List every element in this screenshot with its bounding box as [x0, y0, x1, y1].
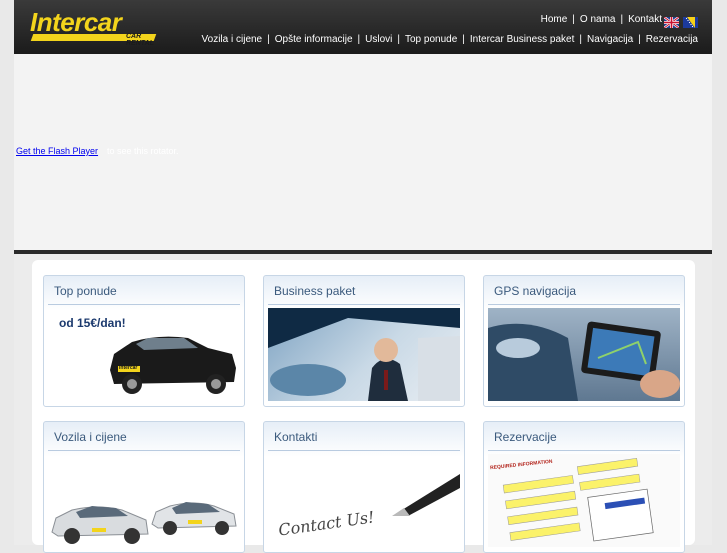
box-rule: [268, 304, 460, 305]
nav-separator: |: [267, 34, 270, 45]
fountain-pen-icon: [392, 474, 460, 516]
box-title: Vozila i cijene: [54, 430, 127, 444]
nav-separator: |: [397, 34, 400, 45]
nav-navigacija[interactable]: Navigacija: [587, 34, 633, 45]
site-header: Intercar CAR RENTAL Home | O nama | Kont…: [14, 0, 712, 54]
nav-vozila-i-cijene[interactable]: Vozila i cijene: [202, 34, 263, 45]
rezervacije-image: REQUIRED INFORMATION: [488, 454, 680, 547]
nav-home[interactable]: Home: [541, 14, 568, 25]
logo-subtitle: CAR RENTAL: [126, 33, 154, 47]
nav-separator: |: [462, 34, 465, 45]
black-car-icon: [110, 336, 236, 394]
box-rule: [488, 450, 680, 451]
box-title: Rezervacije: [494, 430, 557, 444]
nav-separator: |: [620, 14, 624, 25]
intercar-logo[interactable]: Intercar CAR RENTAL: [30, 7, 160, 47]
vozila-image: [48, 454, 240, 547]
box-gps-navigacija[interactable]: GPS navigacija: [483, 275, 685, 407]
flash-rotator: Get the Flash Player to see this rotator…: [14, 54, 712, 250]
box-business-paket[interactable]: Business paket: [263, 275, 465, 407]
main-nav: Vozila i cijene | Opšte informacije | Us…: [202, 34, 698, 45]
nav-uslovi[interactable]: Uslovi: [365, 34, 392, 45]
nav-rezervacija[interactable]: Rezervacija: [646, 34, 698, 45]
nav-business-paket[interactable]: Intercar Business paket: [470, 34, 575, 45]
get-flash-player-link[interactable]: Get the Flash Player: [16, 146, 98, 156]
nav-separator: |: [357, 34, 361, 45]
content-panel: Top ponude od 15€/dan! intercar Business…: [32, 260, 695, 553]
two-cars-icon: [51, 502, 237, 544]
business-paket-image: [268, 308, 460, 401]
box-top-ponude[interactable]: Top ponude od 15€/dan! intercar: [43, 275, 245, 407]
car-badge: intercar: [119, 365, 138, 371]
box-title: Top ponude: [54, 284, 117, 298]
box-rule: [48, 304, 240, 305]
box-rule: [48, 450, 240, 451]
nav-o-nama[interactable]: O nama: [580, 14, 616, 25]
box-rezervacije[interactable]: Rezervacije REQUIRED INFORMATION: [483, 421, 685, 553]
nav-separator: |: [638, 34, 641, 45]
box-rule: [488, 304, 680, 305]
box-kontakti[interactable]: Kontakti Contact Us!: [263, 421, 465, 553]
box-rule: [268, 450, 460, 451]
reservation-form-icon: [502, 457, 654, 542]
uk-flag-icon[interactable]: [664, 17, 679, 28]
nav-separator: |: [579, 34, 582, 45]
nav-separator: |: [572, 14, 575, 25]
nav-opste-informacije[interactable]: Opšte informacije: [275, 34, 353, 45]
logo-wordmark: Intercar: [30, 7, 122, 37]
top-nav: Home | O nama | Kontakt: [541, 14, 662, 25]
box-title: Business paket: [274, 284, 356, 298]
gps-navigacija-image: [488, 308, 680, 401]
box-title: GPS navigacija: [494, 284, 577, 298]
box-vozila-i-cijene[interactable]: Vozila i cijene: [43, 421, 245, 553]
flash-message: to see this rotator.: [107, 146, 179, 156]
bih-flag-icon[interactable]: [683, 17, 698, 28]
page: Intercar CAR RENTAL Home | O nama | Kont…: [14, 0, 712, 553]
nav-top-ponude[interactable]: Top ponude: [405, 34, 457, 45]
businessman-in-car-icon: [268, 308, 460, 401]
language-flags: [664, 17, 698, 28]
kontakti-image: Contact Us!: [268, 454, 460, 547]
gps-device-icon: [488, 321, 680, 401]
box-title: Kontakti: [274, 430, 318, 444]
top-ponude-image: od 15€/dan! intercar: [48, 308, 240, 401]
nav-kontakt[interactable]: Kontakt: [628, 14, 662, 25]
